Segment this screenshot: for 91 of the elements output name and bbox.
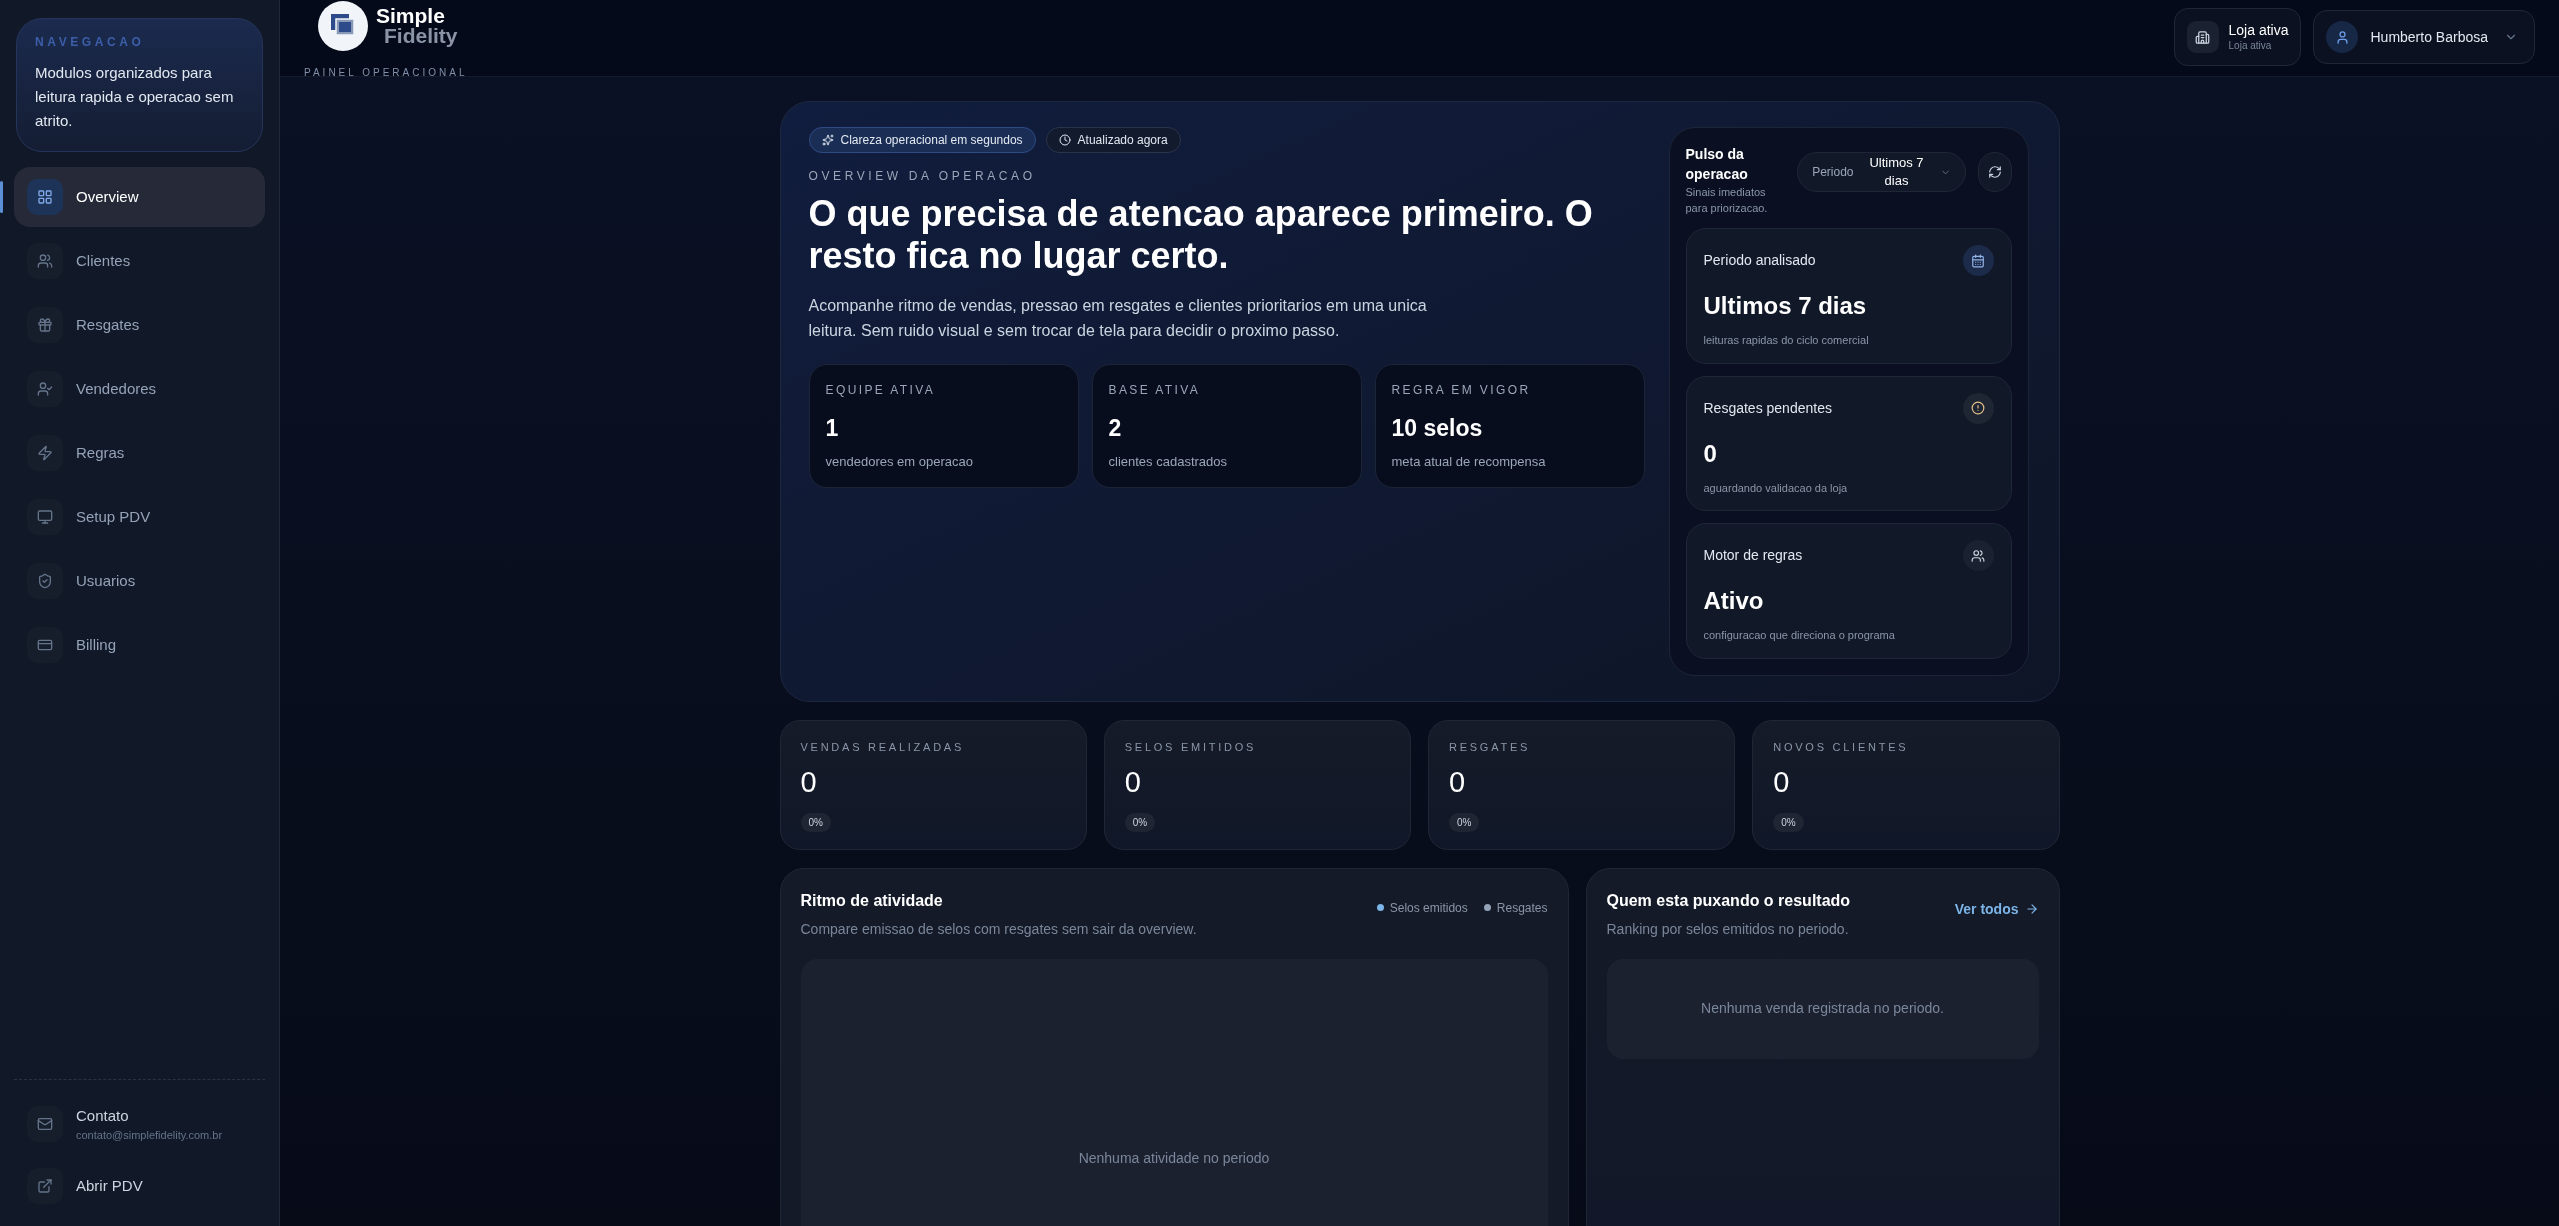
nav-item[interactable]: Vendedores (14, 359, 265, 419)
change-badge: 0% (1124, 812, 1156, 832)
external-link-icon (37, 1178, 53, 1194)
legend-label: Resgates (1496, 899, 1548, 917)
metric-label: SELOS EMITIDOS (1124, 739, 1258, 755)
nav-item[interactable]: Overview (14, 167, 265, 227)
pulse-card-caption: configuracao que direciona o programa (1703, 628, 1896, 643)
metric-value: 0 (1449, 765, 1467, 800)
metric-label: RESGATES (1449, 739, 1532, 755)
change-badge: 0% (1449, 812, 1480, 832)
hero-title: O que precisa de atencao aparece primeiro. O resto fica no lugar certo. (808, 193, 1594, 277)
intro-text: Modulos organizados para leitura rapida e operacao sem atrito. (35, 63, 235, 131)
change-badge: 0% (1773, 812, 1804, 832)
ranking-subtitle: Ranking por selos emitidos no periodo. (1606, 919, 1850, 939)
stat-value: 1 (825, 414, 840, 443)
user-menu[interactable]: Humberto Barbosa (2313, 10, 2535, 64)
store-badge[interactable]: Loja ativa Loja ativa (2173, 8, 2302, 66)
nav-item[interactable]: Regras (14, 423, 265, 483)
pulse-card-caption: leituras rapidas do ciclo comercial (1703, 333, 1870, 348)
stat-value: 10 selos (1391, 414, 1484, 443)
user-check-icon (37, 381, 53, 397)
ranking-title: Quem esta puxando o resultado (1606, 890, 1851, 911)
nav-item[interactable]: Usuarios (14, 551, 265, 611)
pulse-subtitle: Sinais imediatos para priorizacao. (1685, 185, 1769, 216)
metric-value: 0 (1124, 765, 1142, 800)
user-name: Humberto Barbosa (2370, 27, 2488, 47)
mail-icon (37, 1116, 53, 1132)
sparkle-icon (821, 134, 834, 146)
store-title: Loja ativa (2228, 22, 2289, 40)
section-label: PAINEL OPERACIONAL (304, 66, 468, 80)
pulse-card-value: 0 (1703, 438, 1718, 469)
pulse-card-value: Ativo (1703, 586, 1765, 616)
refresh-button[interactable] (1977, 152, 2012, 192)
pulse-card-title: Resgates pendentes (1703, 398, 1832, 418)
pulse-card-value: Ultimos 7 dias (1703, 291, 1868, 321)
metric-value: 0 (800, 765, 818, 800)
legend-label: Selos emitidos (1389, 899, 1468, 917)
footer-email: contato@simplefidelity.com.br (76, 1128, 223, 1143)
users-icon (37, 253, 53, 269)
hero-eyebrow: OVERVIEW DA OPERACAO (808, 168, 1037, 185)
info-chip: Clareza operacional em segundos (808, 127, 1036, 153)
gift-icon (37, 317, 53, 333)
logo-icon (318, 1, 368, 51)
see-all-link[interactable]: Ver todos (1954, 898, 2039, 920)
active-indicator (0, 181, 3, 213)
building-icon (2195, 29, 2211, 45)
card-icon (37, 637, 53, 653)
hero-text: Acompanhe ritmo de vendas, pressao em resgates e clientes prioritarios em uma unica leitura. Sem ruido visual e sem trocar de tela para decidir o proximo passo. (808, 296, 1428, 341)
footer-label: Abrir PDV (76, 1175, 143, 1196)
nav-item[interactable]: Billing (14, 615, 265, 675)
open-pdv-link[interactable]: Abrir PDV (14, 1160, 265, 1212)
contact-link[interactable]: Contato contato@simplefidelity.com.br (14, 1098, 265, 1150)
users-icon (1971, 548, 1985, 563)
stat-value: 2 (1108, 414, 1123, 443)
calendar-icon (1971, 253, 1985, 268)
stat-caption: vendedores em operacao (825, 452, 974, 471)
nav-item[interactable]: Resgates (14, 295, 265, 355)
change-badge: 0% (800, 812, 831, 832)
intro-eyebrow: NAVEGACAO (35, 34, 146, 51)
logo-text: Fidelity (384, 26, 458, 46)
clock-icon (1058, 134, 1071, 146)
empty-message: Nenhuma venda registrada no periodo. (1701, 999, 1944, 1018)
stat-caption: clientes cadastrados (1108, 452, 1228, 471)
refresh-icon (1987, 165, 2002, 179)
logo-text: Simple (376, 6, 446, 26)
period-select[interactable]: Periodo Ultimos 7 dias (1797, 152, 1966, 192)
stat-label: BASE ATIVA (1108, 382, 1202, 399)
activity-subtitle: Compare emissao de selos com resgates sem sair da overview. (800, 919, 1197, 939)
user-icon (2335, 29, 2350, 45)
nav-item[interactable]: Clientes (14, 231, 265, 291)
activity-title: Ritmo de atividade (800, 890, 944, 911)
stat-label: REGRA EM VIGOR (1391, 382, 1532, 399)
grid-icon (37, 189, 53, 205)
pulse-card-title: Motor de regras (1703, 546, 1803, 565)
metric-label: VENDAS REALIZADAS (800, 739, 965, 755)
info-chip: Atualizado agora (1045, 127, 1181, 153)
monitor-icon (37, 509, 53, 525)
empty-message: Nenhuma atividade no periodo (1078, 1149, 1270, 1168)
shield-icon (37, 573, 53, 589)
pulse-card-caption: aguardando validacao da loja (1703, 480, 1849, 496)
pulse-card-title: Periodo analisado (1703, 251, 1816, 270)
metric-value: 0 (1773, 765, 1791, 800)
alert-icon (1971, 401, 1985, 415)
metric-label: NOVOS CLIENTES (1773, 739, 1910, 755)
lightning-icon (37, 445, 53, 461)
stat-label: EQUIPE ATIVA (825, 382, 937, 399)
stat-caption: meta atual de recompensa (1391, 452, 1547, 471)
nav-item[interactable]: Setup PDV (14, 487, 265, 547)
pulse-title: Pulso da operacao (1685, 145, 1749, 184)
footer-label: Contato (76, 1105, 130, 1126)
store-sub: Loja ativa (2228, 39, 2273, 52)
